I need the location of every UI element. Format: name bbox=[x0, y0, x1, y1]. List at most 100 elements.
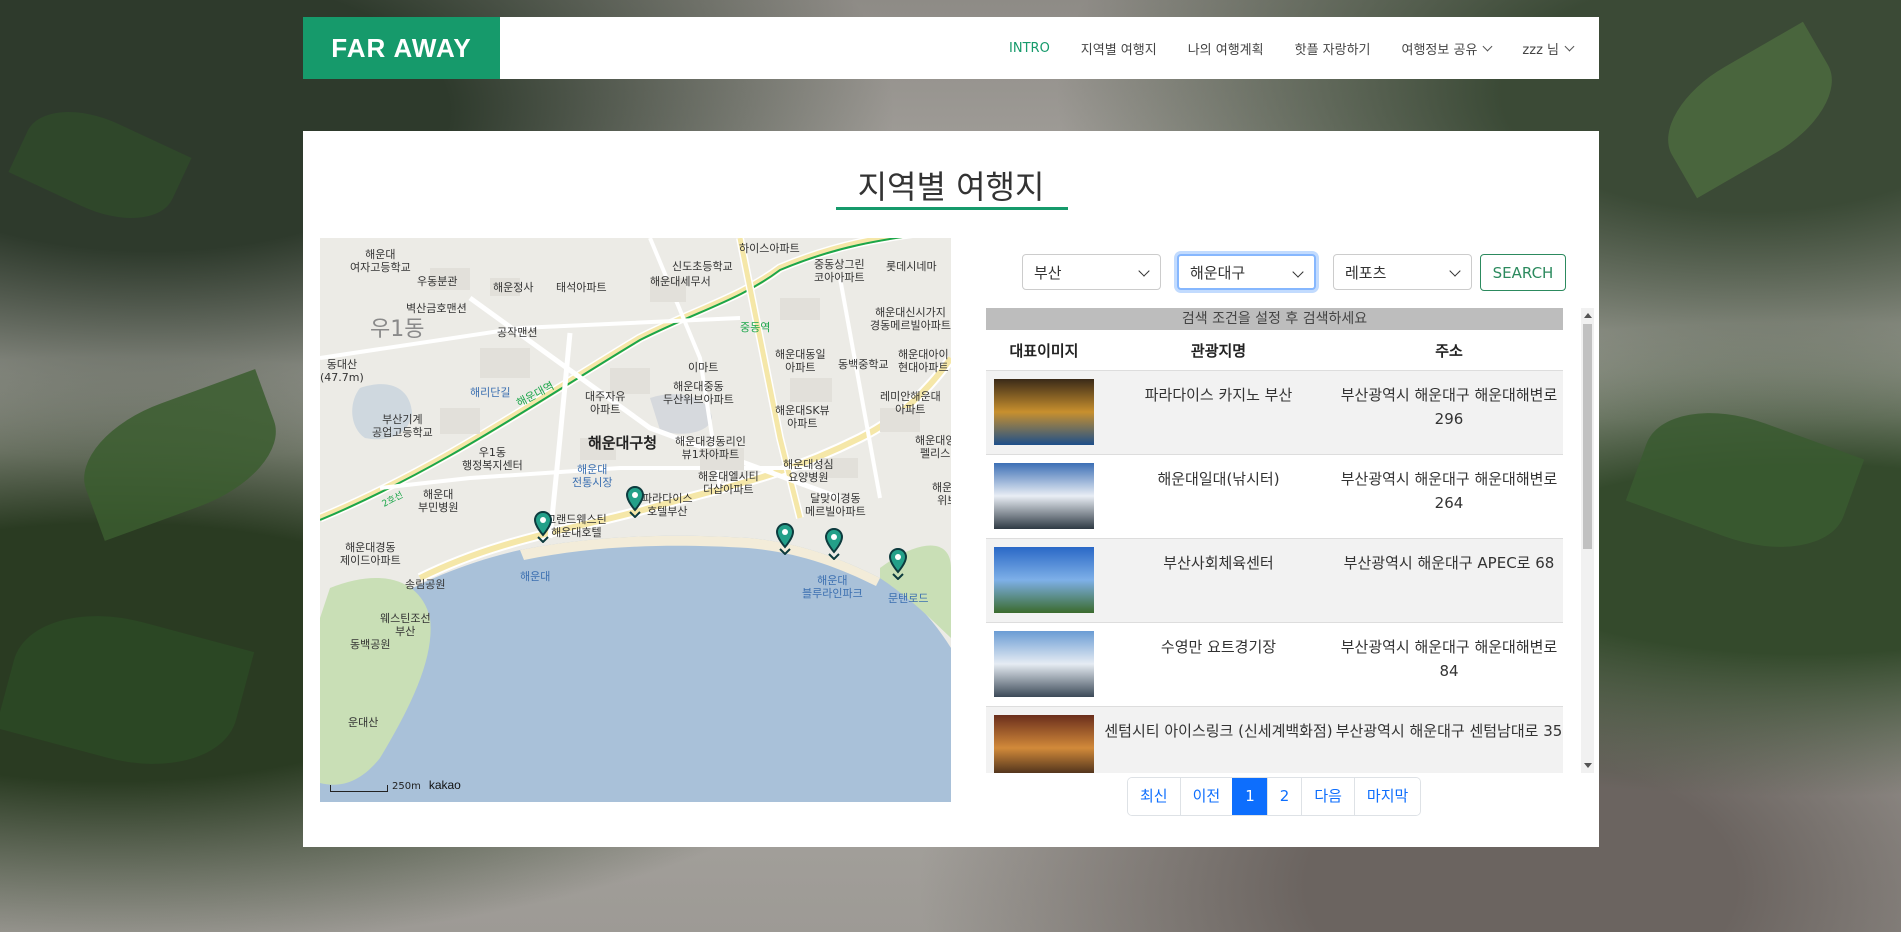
place-name-cell: 해운대일대(낚시터) bbox=[1157, 470, 1280, 488]
place-name-cell: 수영만 요트경기장 bbox=[1160, 638, 1277, 656]
scroll-up-arrow-icon[interactable] bbox=[1584, 313, 1592, 318]
map-label: 태석아파트 bbox=[556, 281, 607, 294]
nav-item-info-share[interactable]: 여행정보 공유 bbox=[1401, 39, 1493, 58]
search-button[interactable]: SEARCH bbox=[1480, 254, 1566, 291]
map-label: 동백중학교 bbox=[838, 358, 889, 371]
background-foliage bbox=[67, 369, 293, 541]
nav-item-label: 핫플 자랑하기 bbox=[1294, 42, 1371, 58]
map-label: 대주자유 아파트 bbox=[585, 390, 626, 416]
chevron-down-icon bbox=[1292, 266, 1304, 278]
map-label: 해운대 블루라인파크 bbox=[802, 574, 863, 600]
map-label: 중동역 bbox=[740, 321, 771, 334]
table-row[interactable]: 부산사회체육센터 부산광역시 해운대구 APEC로 68 bbox=[986, 539, 1563, 623]
map-label: 해운대 bbox=[520, 570, 551, 583]
map-label: 웨스틴조선 부산 bbox=[380, 612, 431, 638]
nav-item-intro[interactable]: INTRO bbox=[1009, 41, 1050, 56]
place-name-cell: 부산사회체육센터 bbox=[1163, 554, 1274, 572]
nav-item-label: 지역별 여행지 bbox=[1080, 42, 1157, 58]
map-label: 달맞이경동 메르빌아파트 bbox=[805, 492, 866, 518]
nav-item-label: 여행정보 공유 bbox=[1401, 42, 1478, 58]
map-label: 우동분관 bbox=[417, 275, 458, 288]
page-prev[interactable]: 이전 bbox=[1179, 778, 1233, 815]
search-hint: 검색 조건을 설정 후 검색하세요 bbox=[986, 308, 1563, 330]
page-first[interactable]: 최신 bbox=[1128, 778, 1180, 815]
page-title: 지역별 여행지 bbox=[857, 168, 1045, 206]
background-foliage bbox=[8, 90, 192, 240]
table-row[interactable]: 센텀시티 아이스링크 (신세계백화점) 부산광역시 해운대구 센텀남대로 35 bbox=[986, 707, 1563, 773]
address-cell: 부산광역시 해운대구 해운대해변로 296 bbox=[1340, 386, 1558, 428]
column-header-name: 관광지명 bbox=[1190, 341, 1247, 360]
title-underline bbox=[836, 207, 1068, 210]
place-name-cell: 파라다이스 카지노 부산 bbox=[1144, 386, 1293, 404]
chevron-down-icon bbox=[1482, 41, 1493, 51]
brand-logo[interactable]: FAR AWAY bbox=[303, 17, 500, 79]
thumbnail-image[interactable] bbox=[994, 631, 1094, 697]
category-select-value: 레포츠 bbox=[1345, 263, 1387, 282]
region-select[interactable]: 부산 bbox=[1022, 254, 1161, 290]
scale-label: 250m bbox=[392, 781, 421, 792]
thumbnail-image[interactable] bbox=[994, 379, 1094, 445]
address-cell: 부산광역시 해운대구 센텀남대로 35 bbox=[1335, 722, 1563, 740]
map-label: 해운대경동 제이드아파트 bbox=[340, 541, 401, 567]
map-label: 레미안해운대 아파트 bbox=[880, 390, 941, 416]
column-header-address: 주소 bbox=[1435, 341, 1463, 360]
district-select[interactable]: 해운대구 bbox=[1177, 254, 1316, 290]
thumbnail-image[interactable] bbox=[994, 715, 1094, 773]
thumbnail-cell bbox=[986, 707, 1102, 773]
location-marker-icon[interactable] bbox=[534, 511, 552, 543]
location-marker-icon[interactable] bbox=[889, 548, 907, 580]
thumbnail-cell bbox=[986, 455, 1102, 538]
map-label: 이마트 bbox=[688, 361, 719, 374]
map-label: 운대산 bbox=[348, 716, 379, 729]
table-scrollbar[interactable] bbox=[1581, 308, 1594, 773]
location-marker-icon[interactable] bbox=[825, 528, 843, 560]
nav-item-regional-destinations[interactable]: 지역별 여행지 bbox=[1081, 39, 1157, 58]
background-foliage bbox=[1647, 21, 1853, 199]
nav-item-label: 나의 여행계획 bbox=[1187, 42, 1264, 58]
address-cell: 부산광역시 해운대구 해운대해변로 84 bbox=[1340, 638, 1558, 680]
location-marker-icon[interactable] bbox=[626, 486, 644, 518]
map-label: 신도초등학교 bbox=[672, 260, 733, 273]
map-label: 해운대동일 아파트 bbox=[775, 348, 826, 374]
page-last[interactable]: 마지막 bbox=[1353, 778, 1421, 815]
scroll-thumb[interactable] bbox=[1583, 324, 1592, 549]
scroll-down-arrow-icon[interactable] bbox=[1584, 763, 1592, 768]
page-2[interactable]: 2 bbox=[1266, 778, 1302, 815]
place-name-cell: 센텀시티 아이스링크 (신세계백화점) bbox=[1104, 722, 1333, 740]
nav-item-hotplace[interactable]: 핫플 자랑하기 bbox=[1295, 39, 1371, 58]
table-row[interactable]: 수영만 요트경기장 부산광역시 해운대구 해운대해변로 84 bbox=[986, 623, 1563, 707]
map-label: 해운대구청 bbox=[588, 434, 658, 452]
chevron-down-icon bbox=[1138, 265, 1150, 277]
map-label: 해리단길 bbox=[470, 386, 511, 399]
address-cell: 부산광역시 해운대구 해운대해변로 264 bbox=[1340, 470, 1558, 512]
map-label: 해운대중동 두산위브아파트 bbox=[663, 380, 734, 406]
table-row[interactable]: 파라다이스 카지노 부산 부산광역시 해운대구 해운대해변로 296 bbox=[986, 371, 1563, 455]
map-label: 해운대SK뷰 아파트 bbox=[775, 404, 830, 430]
kakao-map[interactable]: 해운대 여자고등학교 우동분관 해운정사 태석아파트 신도초등학교 해운대세무서… bbox=[320, 238, 951, 802]
table-row[interactable]: 해운대일대(낚시터) 부산광역시 해운대구 해운대해변로 264 bbox=[986, 455, 1563, 539]
map-label: 해운정사 bbox=[493, 281, 534, 294]
map-label: 롯데시네마 bbox=[886, 260, 937, 273]
map-label: 파라다이스 호텔부산 bbox=[642, 492, 693, 518]
thumbnail-image[interactable] bbox=[994, 547, 1094, 613]
thumbnail-image[interactable] bbox=[994, 463, 1094, 529]
map-label: 해운대세무서 bbox=[650, 275, 711, 288]
page-next[interactable]: 다음 bbox=[1301, 778, 1354, 815]
map-label: 문탠로드 bbox=[888, 592, 929, 605]
results-table: 검색 조건을 설정 후 검색하세요 대표이미지 관광지명 주소 파라다이스 카지… bbox=[986, 308, 1577, 773]
page-1[interactable]: 1 bbox=[1232, 778, 1267, 815]
category-select[interactable]: 레포츠 bbox=[1333, 254, 1472, 290]
nav-item-my-plans[interactable]: 나의 여행계획 bbox=[1188, 39, 1264, 58]
nav-item-user[interactable]: zzz 님 bbox=[1522, 39, 1575, 58]
map-label: 동백공원 bbox=[350, 638, 391, 651]
map-label: 하이스아파트 bbox=[739, 242, 800, 255]
map-label: 해운대아이 현대아파트 bbox=[898, 348, 949, 374]
location-marker-icon[interactable] bbox=[776, 523, 794, 555]
map-label: 해운대신시가지 경동메르빌아파트 bbox=[870, 306, 951, 332]
thumbnail-cell bbox=[986, 371, 1102, 454]
thumbnail-cell bbox=[986, 623, 1102, 706]
nav-item-label: zzz 님 bbox=[1522, 42, 1559, 58]
map-label: 해운대양 펠리스 bbox=[915, 434, 951, 460]
region-select-value: 부산 bbox=[1034, 263, 1062, 282]
map-scale: 250m kakao bbox=[330, 778, 461, 792]
